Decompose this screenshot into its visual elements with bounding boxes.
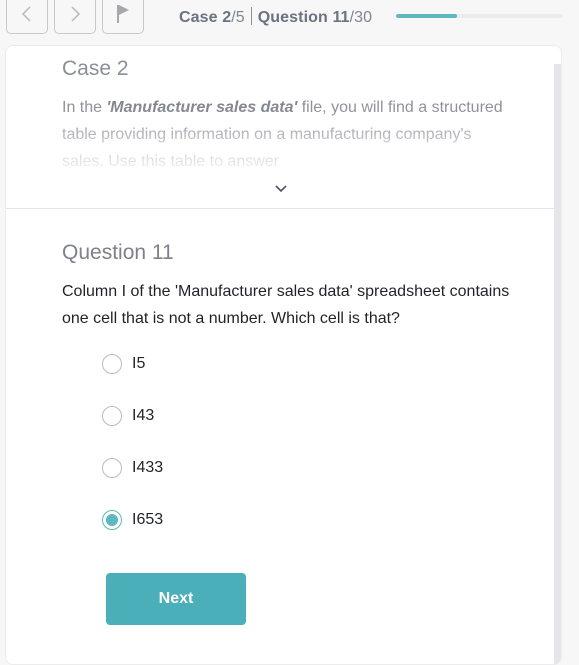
expand-case-button[interactable] (272, 180, 290, 198)
question-title: Question 11 (62, 241, 174, 264)
case-file-name: 'Manufacturer sales data' (106, 99, 298, 116)
question-current: 11 (332, 9, 350, 26)
option-label: I5 (132, 355, 146, 372)
question-total: /30 (349, 9, 373, 26)
flag-button[interactable] (102, 0, 144, 34)
answer-option[interactable]: I5 (102, 352, 163, 404)
chevron-down-icon (275, 185, 287, 193)
option-label: I43 (132, 407, 155, 424)
option-label: I653 (132, 511, 164, 528)
radio-button[interactable] (102, 354, 122, 374)
case-title: Case 2 (62, 57, 129, 80)
top-bar: Case 2/5 Question 11/30 (0, 0, 579, 40)
answer-option[interactable]: I653 (102, 508, 163, 560)
option-label: I433 (132, 459, 164, 476)
case-description-section: Case 2 In the 'Manufacturer sales data' … (6, 46, 555, 209)
question-text: Column I of the 'Manufacturer sales data… (62, 283, 510, 327)
question-card: Case 2 In the 'Manufacturer sales data' … (5, 45, 562, 665)
next-question-button[interactable] (54, 0, 96, 34)
radio-button[interactable] (102, 510, 122, 530)
radio-button[interactable] (102, 406, 122, 426)
progress-bar-fill (396, 14, 458, 18)
answer-option[interactable]: I43 (102, 404, 163, 456)
chevron-left-icon (21, 6, 31, 22)
case-current: 2 (222, 9, 232, 26)
chevron-right-icon (71, 6, 81, 22)
progress-label: Case 2/5 Question 11/30 (179, 7, 372, 27)
case-body-prefix: In the (62, 99, 107, 116)
answer-options: I5 I43 I433 I653 (102, 352, 163, 560)
progress-divider (250, 7, 252, 25)
scrollbar[interactable] (554, 64, 561, 664)
answer-option[interactable]: I433 (102, 456, 163, 508)
question-label: Question (257, 9, 328, 26)
flag-icon (117, 5, 129, 23)
case-description: In the 'Manufacturer sales data' file, y… (62, 94, 512, 170)
next-button[interactable]: Next (106, 573, 246, 625)
progress-bar (396, 14, 563, 18)
case-total: /5 (231, 9, 245, 26)
radio-button[interactable] (102, 458, 122, 478)
case-label: Case (179, 9, 218, 26)
previous-button[interactable] (6, 0, 48, 34)
